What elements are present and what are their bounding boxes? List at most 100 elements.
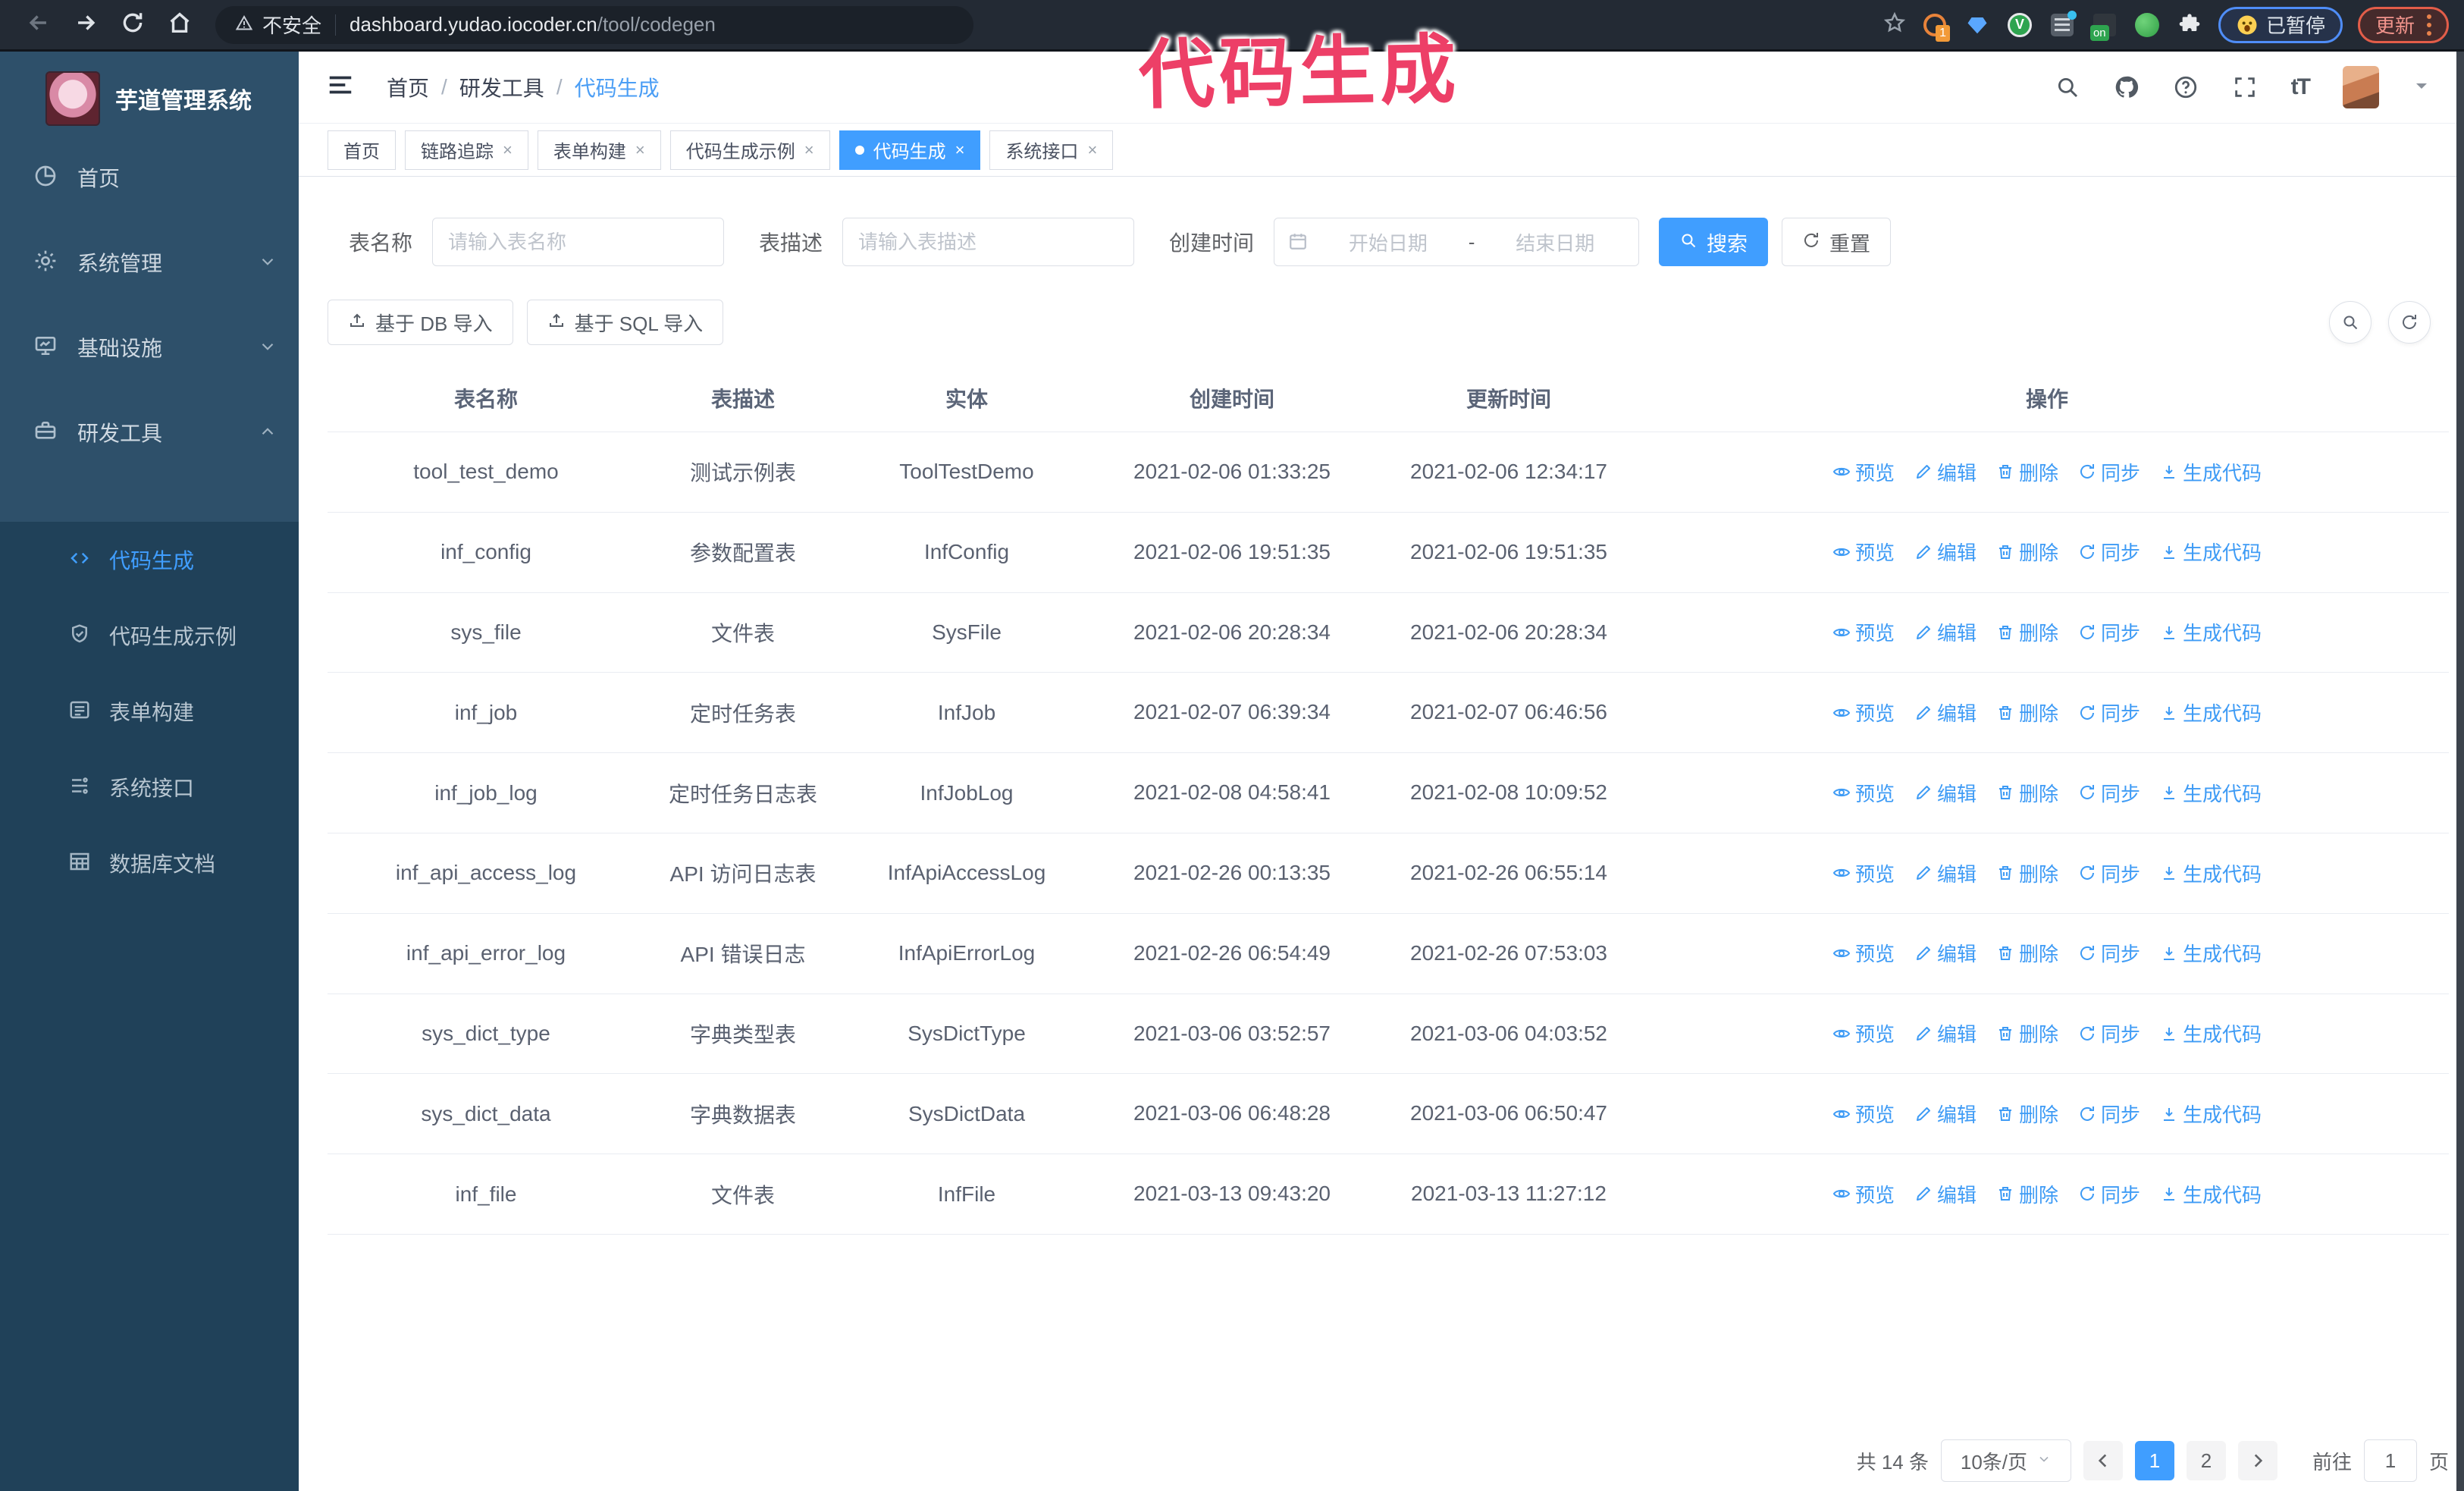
action-generate-link[interactable]: 生成代码 [2160,779,2262,807]
sidebar-item-devtools[interactable]: 研发工具 [0,390,299,475]
action-generate-link[interactable]: 生成代码 [2160,1100,2262,1128]
sidebar-toggle-icon[interactable] [326,71,355,103]
action-sync-link[interactable]: 同步 [2078,1100,2140,1128]
extension-gem-icon[interactable] [1964,11,1991,39]
tab-home[interactable]: 首页 [328,130,396,170]
browser-reload-icon[interactable] [109,10,156,39]
action-generate-link[interactable]: 生成代码 [2160,1019,2262,1047]
extension-check-icon[interactable]: V [2006,11,2033,39]
address-bar[interactable]: 不安全 dashboard.yudao.iocoder.cn/tool/code… [215,5,973,44]
page-button-1[interactable]: 1 [2134,1441,2174,1480]
tab-tracing[interactable]: 链路追踪 × [405,130,528,170]
tab-codegen-example[interactable]: 代码生成示例 × [669,130,830,170]
tab-codegen[interactable]: 代码生成 × [839,130,981,170]
sidebar-item-home[interactable]: 首页 [0,135,299,220]
action-sync-link[interactable]: 同步 [2078,618,2140,646]
action-delete-link[interactable]: 删除 [1996,698,2058,727]
caret-down-icon[interactable] [2412,77,2431,98]
sidebar-item-form-builder[interactable]: 表单构建 [0,673,299,749]
action-edit-link[interactable]: 编辑 [1914,939,1977,967]
sidebar-item-codegen[interactable]: 代码生成 [0,522,299,598]
action-edit-link[interactable]: 编辑 [1914,618,1977,646]
import-sql-button[interactable]: 基于 SQL 导入 [526,300,724,345]
breadcrumb-home[interactable]: 首页 [387,72,429,102]
fullscreen-icon[interactable] [2232,74,2258,100]
breadcrumb-devtools[interactable]: 研发工具 [459,72,544,102]
action-preview-link[interactable]: 预览 [1832,1180,1895,1208]
window-scrollbar[interactable] [2456,52,2464,1491]
tab-form-builder[interactable]: 表单构建 × [537,130,661,170]
action-delete-link[interactable]: 删除 [1996,1180,2058,1208]
extension-icon[interactable]: 1 [1921,11,1950,42]
action-preview-link[interactable]: 预览 [1832,698,1895,727]
browser-back-icon[interactable] [15,10,62,39]
tab-system-api[interactable]: 系统接口 × [989,130,1114,170]
action-preview-link[interactable]: 预览 [1832,458,1895,486]
action-sync-link[interactable]: 同步 [2078,458,2140,486]
font-size-icon[interactable]: tT [2291,74,2311,100]
kebab-menu-icon[interactable] [2427,14,2431,36]
action-sync-link[interactable]: 同步 [2078,1180,2140,1208]
reset-button[interactable]: 重置 [1782,218,1892,266]
action-edit-link[interactable]: 编辑 [1914,1180,1977,1208]
page-size-select[interactable]: 10条/页 [1940,1439,2071,1482]
sidebar-item-db-doc[interactable]: 数据库文档 [0,825,299,901]
extension-switch-icon[interactable]: on [2089,11,2118,41]
search-icon[interactable] [2055,74,2080,100]
sidebar-item-system[interactable]: 系统管理 [0,220,299,305]
date-end-placeholder[interactable]: 结束日期 [1485,228,1625,256]
action-delete-link[interactable]: 删除 [1996,1100,2058,1128]
action-generate-link[interactable]: 生成代码 [2160,618,2262,646]
action-delete-link[interactable]: 删除 [1996,779,2058,807]
update-button[interactable]: 更新 [2357,6,2449,43]
import-db-button[interactable]: 基于 DB 导入 [328,300,513,345]
date-range-picker[interactable]: 开始日期 - 结束日期 [1274,218,1640,266]
action-delete-link[interactable]: 删除 [1996,859,2058,887]
user-avatar[interactable] [2343,66,2379,108]
action-delete-link[interactable]: 删除 [1996,939,2058,967]
action-sync-link[interactable]: 同步 [2078,779,2140,807]
action-delete-link[interactable]: 删除 [1996,1019,2058,1047]
extensions-puzzle-icon[interactable] [2176,11,2203,39]
page-button-2[interactable]: 2 [2186,1441,2226,1480]
paused-badge[interactable]: 已暂停 [2218,6,2343,43]
jump-page-input[interactable] [2363,1439,2417,1482]
action-delete-link[interactable]: 删除 [1996,458,2058,486]
action-generate-link[interactable]: 生成代码 [2160,859,2262,887]
close-icon[interactable]: × [635,140,645,160]
help-icon[interactable] [2173,74,2199,100]
action-generate-link[interactable]: 生成代码 [2160,939,2262,967]
action-edit-link[interactable]: 编辑 [1914,1100,1977,1128]
table-name-input[interactable] [432,218,725,266]
action-delete-link[interactable]: 删除 [1996,618,2058,646]
action-delete-link[interactable]: 删除 [1996,538,2058,566]
github-icon[interactable] [2114,74,2140,100]
action-preview-link[interactable]: 预览 [1832,859,1895,887]
action-edit-link[interactable]: 编辑 [1914,1019,1977,1047]
table-desc-input[interactable] [842,218,1135,266]
close-icon[interactable]: × [804,140,814,160]
action-edit-link[interactable]: 编辑 [1914,538,1977,566]
search-button[interactable]: 搜索 [1659,218,1769,266]
action-preview-link[interactable]: 预览 [1832,1019,1895,1047]
close-icon[interactable]: × [1087,140,1097,160]
action-edit-link[interactable]: 编辑 [1914,458,1977,486]
action-edit-link[interactable]: 编辑 [1914,779,1977,807]
action-generate-link[interactable]: 生成代码 [2160,698,2262,727]
date-start-placeholder[interactable]: 开始日期 [1318,228,1458,256]
action-sync-link[interactable]: 同步 [2078,538,2140,566]
action-preview-link[interactable]: 预览 [1832,538,1895,566]
sidebar-item-system-api[interactable]: 系统接口 [0,749,299,825]
action-sync-link[interactable]: 同步 [2078,939,2140,967]
action-preview-link[interactable]: 预览 [1832,779,1895,807]
app-logo[interactable]: 芋道管理系统 [0,62,299,135]
browser-forward-icon[interactable] [62,10,109,39]
bookmark-star-icon[interactable] [1883,11,1906,37]
refresh-table-button[interactable] [2388,301,2431,344]
action-sync-link[interactable]: 同步 [2078,859,2140,887]
action-preview-link[interactable]: 预览 [1832,939,1895,967]
action-generate-link[interactable]: 生成代码 [2160,1180,2262,1208]
action-sync-link[interactable]: 同步 [2078,1019,2140,1047]
close-icon[interactable]: × [503,140,513,160]
action-preview-link[interactable]: 预览 [1832,1100,1895,1128]
